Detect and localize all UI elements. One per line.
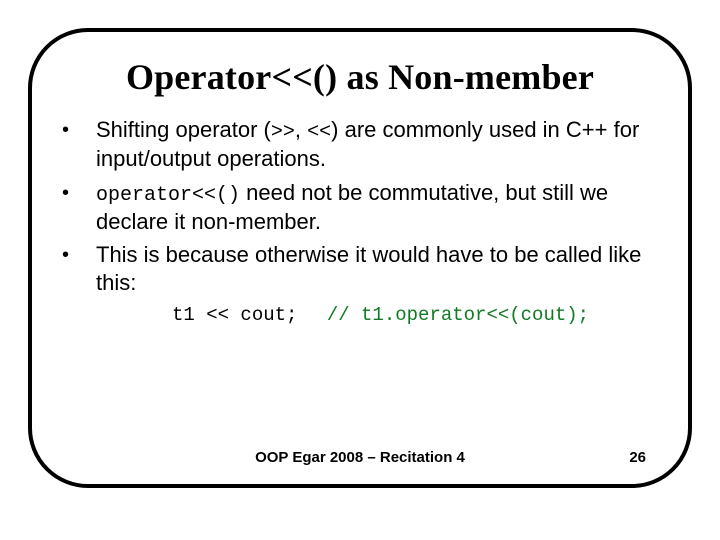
- bullet-item: • Shifting operator (>>, <<) are commonl…: [62, 116, 658, 173]
- code-inline: <<: [307, 121, 331, 144]
- bullet-dot: •: [62, 179, 96, 236]
- bullet-text: operator<<() need not be commutative, bu…: [96, 179, 658, 236]
- code-inline: >>: [271, 121, 295, 144]
- code-inline: operator<<(): [96, 184, 240, 207]
- code-statement: t1 << cout;: [172, 304, 297, 326]
- bullet-dot: •: [62, 241, 96, 296]
- slide-frame: Operator<<() as Non-member • Shifting op…: [28, 28, 692, 488]
- text-fragment: This is because otherwise it would have …: [96, 242, 641, 295]
- footer-text: OOP Egar 2008 – Recitation 4: [32, 449, 688, 466]
- slide-footer: OOP Egar 2008 – Recitation 4 26: [32, 449, 688, 466]
- code-comment: // t1.operator<<(cout);: [327, 304, 589, 326]
- bullet-item: • This is because otherwise it would hav…: [62, 241, 658, 296]
- page-number: 26: [629, 449, 646, 466]
- code-example: t1 << cout; // t1.operator<<(cout);: [172, 304, 658, 326]
- slide-title: Operator<<() as Non-member: [62, 56, 658, 98]
- bullet-text: This is because otherwise it would have …: [96, 241, 658, 296]
- bullet-text: Shifting operator (>>, <<) are commonly …: [96, 116, 658, 173]
- text-fragment: Shifting operator (: [96, 117, 271, 142]
- bullet-dot: •: [62, 116, 96, 173]
- bullet-list: • Shifting operator (>>, <<) are commonl…: [62, 116, 658, 296]
- text-fragment: ,: [295, 117, 307, 142]
- bullet-item: • operator<<() need not be commutative, …: [62, 179, 658, 236]
